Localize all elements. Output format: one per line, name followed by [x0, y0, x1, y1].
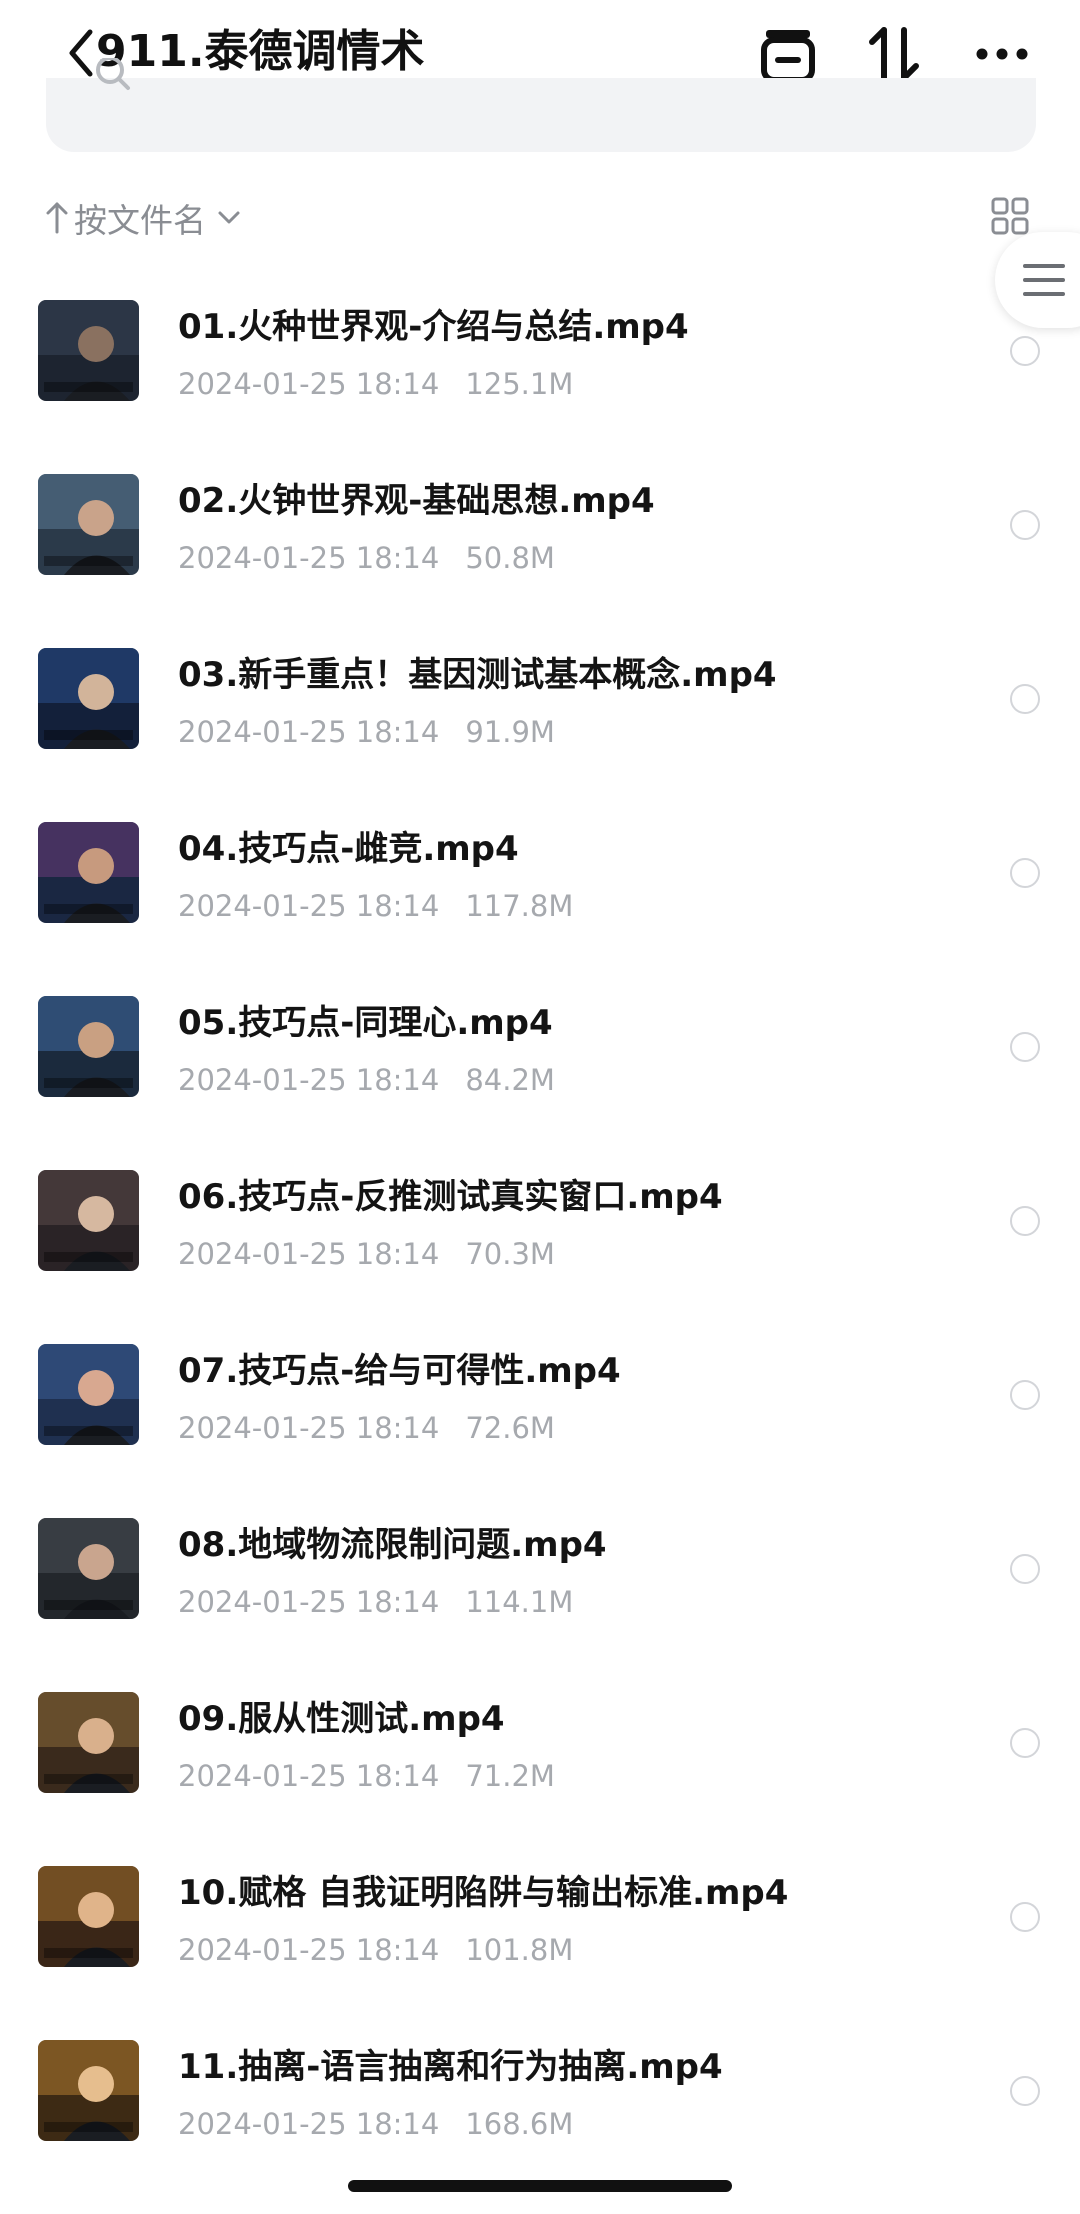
file-date: 2024-01-25 18:14: [178, 2107, 440, 2141]
select-radio[interactable]: [1010, 1554, 1040, 1584]
file-name: 08.地域物流限制问题.mp4: [178, 1525, 607, 1565]
select-radio[interactable]: [1010, 858, 1040, 888]
file-name: 02.火钟世界观-基础思想.mp4: [178, 481, 655, 521]
file-row[interactable]: 05.技巧点-同理心.mp4 2024-01-25 18:14 84.2M: [0, 976, 1080, 1150]
home-indicator: [348, 2180, 732, 2192]
inbox-button[interactable]: [756, 22, 820, 86]
video-thumbnail: [38, 300, 139, 401]
video-thumbnail: [38, 996, 139, 1097]
file-size: 101.8M: [465, 1933, 574, 1967]
file-size: 125.1M: [465, 367, 574, 401]
file-date: 2024-01-25 18:14: [178, 889, 440, 923]
file-row[interactable]: 09.服从性测试.mp4 2024-01-25 18:14 71.2M: [0, 1672, 1080, 1846]
file-name: 04.技巧点-雌竞.mp4: [178, 829, 519, 869]
video-thumbnail: [38, 1692, 139, 1793]
video-thumbnail: [38, 822, 139, 923]
file-meta: 2024-01-25 18:14 125.1M: [178, 364, 573, 404]
file-size: 114.1M: [465, 1585, 574, 1619]
file-meta: 2024-01-25 18:14 168.6M: [178, 2104, 573, 2144]
video-thumbnail: [38, 1344, 139, 1445]
select-radio[interactable]: [1010, 684, 1040, 714]
file-size: 50.8M: [465, 541, 555, 575]
select-radio[interactable]: [1010, 510, 1040, 540]
file-row[interactable]: 04.技巧点-雌竞.mp4 2024-01-25 18:14 117.8M: [0, 802, 1080, 976]
page-title: 911.泰德调情术: [96, 26, 425, 77]
file-size: 168.6M: [465, 2107, 574, 2141]
file-meta: 2024-01-25 18:14 71.2M: [178, 1756, 555, 1796]
video-thumbnail: [38, 2040, 139, 2141]
file-meta: 2024-01-25 18:14 91.9M: [178, 712, 555, 752]
file-date: 2024-01-25 18:14: [178, 1933, 440, 1967]
file-date: 2024-01-25 18:14: [178, 1411, 440, 1445]
file-date: 2024-01-25 18:14: [178, 1063, 440, 1097]
file-name: 01.火种世界观-介绍与总结.mp4: [178, 307, 689, 347]
sort-by-filename[interactable]: 按文件名: [44, 190, 250, 246]
file-name: 03.新手重点！基因测试基本概念.mp4: [178, 655, 777, 695]
file-row[interactable]: 10.赋格 自我证明陷阱与输出标准.mp4 2024-01-25 18:14 10…: [0, 1846, 1080, 2020]
video-thumbnail: [38, 1866, 139, 1967]
sort-order-button[interactable]: [862, 22, 926, 86]
select-radio[interactable]: [1010, 1902, 1040, 1932]
file-meta: 2024-01-25 18:14 101.8M: [178, 1930, 573, 1970]
view-mode-toggle[interactable]: [990, 196, 1030, 236]
file-date: 2024-01-25 18:14: [178, 1759, 440, 1793]
file-date: 2024-01-25 18:14: [178, 541, 440, 575]
search-bar[interactable]: [46, 58, 1036, 152]
file-row[interactable]: 03.新手重点！基因测试基本概念.mp4 2024-01-25 18:14 91.…: [0, 628, 1080, 802]
video-thumbnail: [38, 1170, 139, 1271]
more-button[interactable]: [970, 22, 1034, 86]
sort-label: 按文件名: [74, 201, 206, 240]
file-name: 07.技巧点-给与可得性.mp4: [178, 1351, 621, 1391]
file-meta: 2024-01-25 18:14 117.8M: [178, 886, 573, 926]
file-date: 2024-01-25 18:14: [178, 1237, 440, 1271]
select-radio[interactable]: [1010, 1206, 1040, 1236]
file-size: 117.8M: [465, 889, 574, 923]
file-row[interactable]: 07.技巧点-给与可得性.mp4 2024-01-25 18:14 72.6M: [0, 1324, 1080, 1498]
file-name: 10.赋格 自我证明陷阱与输出标准.mp4: [178, 1873, 789, 1913]
select-radio[interactable]: [1010, 1032, 1040, 1062]
file-size: 71.2M: [465, 1759, 555, 1793]
file-name: 09.服从性测试.mp4: [178, 1699, 505, 1739]
select-radio[interactable]: [1010, 1380, 1040, 1410]
select-radio[interactable]: [1010, 336, 1040, 366]
select-radio[interactable]: [1010, 1728, 1040, 1758]
file-name: 11.抽离-语言抽离和行为抽离.mp4: [178, 2047, 723, 2087]
sort-arrows-icon: [869, 27, 919, 81]
chevron-down-icon: [218, 211, 240, 224]
file-size: 84.2M: [465, 1063, 555, 1097]
file-name: 06.技巧点-反推测试真实窗口.mp4: [178, 1177, 723, 1217]
grid-view-icon: [991, 197, 1029, 235]
video-thumbnail: [38, 648, 139, 749]
file-meta: 2024-01-25 18:14 72.6M: [178, 1408, 555, 1448]
file-date: 2024-01-25 18:14: [178, 715, 440, 749]
file-size: 72.6M: [465, 1411, 555, 1445]
file-size: 70.3M: [465, 1237, 555, 1271]
file-row[interactable]: 02.火钟世界观-基础思想.mp4 2024-01-25 18:14 50.8M: [0, 454, 1080, 628]
file-size: 91.9M: [465, 715, 555, 749]
file-meta: 2024-01-25 18:14 70.3M: [178, 1234, 555, 1274]
file-row[interactable]: 01.火种世界观-介绍与总结.mp4 2024-01-25 18:14 125.1…: [0, 280, 1080, 454]
file-meta: 2024-01-25 18:14 84.2M: [178, 1060, 555, 1100]
file-meta: 2024-01-25 18:14 114.1M: [178, 1582, 573, 1622]
file-name: 05.技巧点-同理心.mp4: [178, 1003, 553, 1043]
file-meta: 2024-01-25 18:14 50.8M: [178, 538, 555, 578]
video-thumbnail: [38, 474, 139, 575]
file-date: 2024-01-25 18:14: [178, 1585, 440, 1619]
file-row[interactable]: 08.地域物流限制问题.mp4 2024-01-25 18:14 114.1M: [0, 1498, 1080, 1672]
more-icon: [976, 48, 1028, 60]
search-icon: [96, 58, 130, 90]
file-date: 2024-01-25 18:14: [178, 367, 440, 401]
file-row[interactable]: 11.抽离-语言抽离和行为抽离.mp4 2024-01-25 18:14 168.…: [0, 2020, 1080, 2194]
arrow-up-icon: [46, 202, 68, 234]
inbox-icon: [761, 30, 815, 83]
select-radio[interactable]: [1010, 2076, 1040, 2106]
file-row[interactable]: 06.技巧点-反推测试真实窗口.mp4 2024-01-25 18:14 70.3…: [0, 1150, 1080, 1324]
video-thumbnail: [38, 1518, 139, 1619]
